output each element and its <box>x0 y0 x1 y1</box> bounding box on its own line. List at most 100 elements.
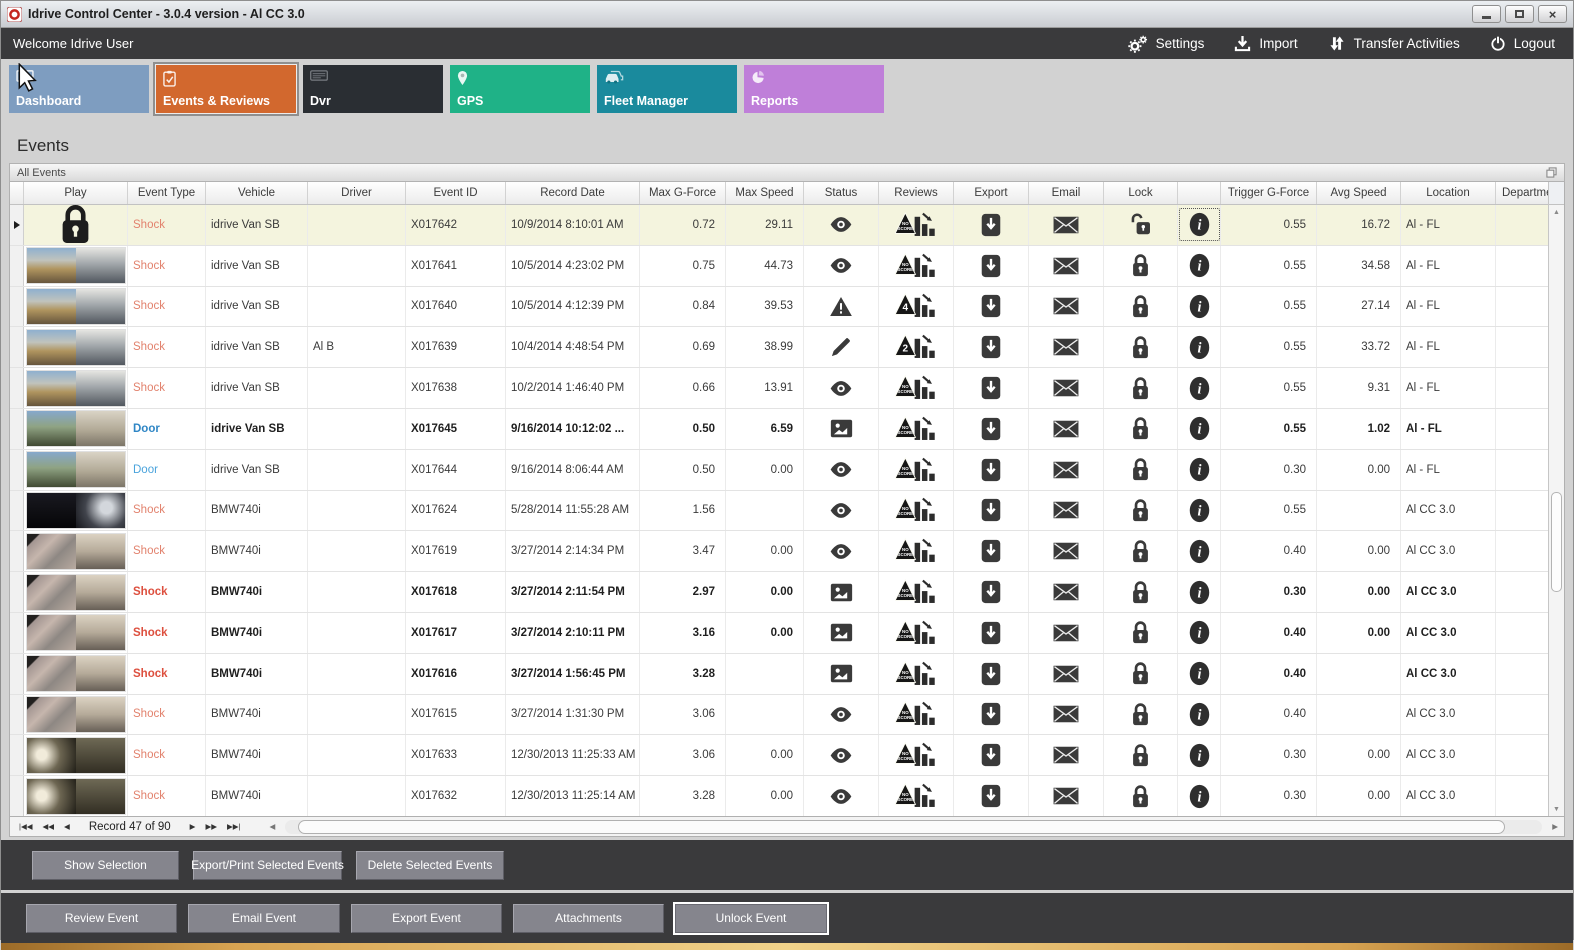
column-header-event-type[interactable]: Event Type <box>128 182 206 204</box>
eye-icon[interactable] <box>804 490 879 531</box>
info-circle-icon[interactable]: i <box>1178 572 1221 612</box>
image-icon[interactable] <box>804 572 879 612</box>
scroll-right-icon[interactable]: ▶ <box>1546 822 1564 831</box>
close-button[interactable]: × <box>1538 5 1567 23</box>
lock-closed-icon[interactable] <box>1104 286 1178 327</box>
export-download-icon[interactable] <box>954 368 1029 408</box>
lock-closed-icon[interactable] <box>1104 327 1178 368</box>
export-download-icon[interactable] <box>954 245 1029 286</box>
event-video-thumbnail[interactable] <box>25 695 126 733</box>
lock-closed-icon[interactable] <box>1104 490 1178 531</box>
export-download-icon[interactable] <box>954 653 1029 694</box>
play-cell[interactable] <box>24 449 128 490</box>
review-score-chart-icon[interactable]: NO SCORE <box>879 531 954 572</box>
event-video-thumbnail[interactable] <box>25 532 126 570</box>
info-circle-icon[interactable]: i <box>1178 205 1221 245</box>
table-row[interactable]: Shock BMW740i X017615 3/27/2014 1:31:30 … <box>10 694 1548 736</box>
review-score-chart-icon[interactable]: NO SCORE <box>879 694 954 735</box>
minimize-button[interactable] <box>1472 5 1501 23</box>
email-envelope-icon[interactable] <box>1029 653 1104 694</box>
info-circle-icon[interactable]: i <box>1178 776 1221 816</box>
export-download-icon[interactable] <box>954 735 1029 776</box>
info-circle-icon[interactable]: i <box>1178 368 1221 408</box>
review-score-chart-icon[interactable]: NO SCORE <box>879 735 954 776</box>
play-cell[interactable] <box>24 408 128 449</box>
tab-gps[interactable]: GPS <box>450 65 590 113</box>
column-header-max-g-force[interactable]: Max G-Force <box>640 182 726 204</box>
email-envelope-icon[interactable] <box>1029 286 1104 327</box>
eye-icon[interactable] <box>804 245 879 286</box>
play-cell[interactable] <box>24 490 128 531</box>
email-envelope-icon[interactable] <box>1029 694 1104 735</box>
play-cell[interactable] <box>24 694 128 735</box>
lock-open-icon[interactable] <box>1104 205 1178 245</box>
export-download-icon[interactable] <box>954 408 1029 449</box>
email-envelope-icon[interactable] <box>1029 612 1104 653</box>
email-envelope-icon[interactable] <box>1029 572 1104 612</box>
event-video-thumbnail[interactable] <box>25 247 126 285</box>
lock-closed-icon[interactable] <box>1104 612 1178 653</box>
review-score-chart-icon[interactable]: NO SCORE <box>879 612 954 653</box>
next-record-button[interactable]: ▶ <box>185 822 201 831</box>
scroll-down-icon[interactable]: ▼ <box>1549 802 1564 816</box>
event-video-thumbnail[interactable] <box>25 573 126 611</box>
table-row[interactable]: Shock idrive Van SB Al B X017639 10/4/20… <box>10 327 1548 369</box>
email-envelope-icon[interactable] <box>1029 245 1104 286</box>
eye-icon[interactable] <box>804 205 879 245</box>
event-video-thumbnail[interactable] <box>25 777 126 815</box>
table-row[interactable]: Shock BMW740i X017619 3/27/2014 2:14:34 … <box>10 531 1548 573</box>
info-circle-icon[interactable]: i <box>1178 612 1221 653</box>
event-video-thumbnail[interactable] <box>25 451 126 489</box>
email-envelope-icon[interactable] <box>1029 449 1104 490</box>
export-download-icon[interactable] <box>954 286 1029 327</box>
show-selection-button[interactable]: Show Selection <box>32 850 179 880</box>
column-header-blank-0[interactable] <box>10 182 24 204</box>
eye-icon[interactable] <box>804 531 879 572</box>
tab-events-reviews[interactable]: Events & Reviews <box>156 65 296 113</box>
column-header-status[interactable]: Status <box>804 182 879 204</box>
delete-selected-events-button[interactable]: Delete Selected Events <box>356 850 504 880</box>
column-header-event-id[interactable]: Event ID <box>406 182 506 204</box>
event-video-thumbnail[interactable] <box>25 614 126 652</box>
export-download-icon[interactable] <box>954 531 1029 572</box>
export-download-icon[interactable] <box>954 612 1029 653</box>
eye-icon[interactable] <box>804 694 879 735</box>
table-row[interactable]: Shock idrive Van SB X017640 10/5/2014 4:… <box>10 286 1548 328</box>
column-header-export[interactable]: Export <box>954 182 1029 204</box>
info-circle-icon[interactable]: i <box>1178 653 1221 694</box>
pencil-icon[interactable] <box>804 327 879 368</box>
info-circle-icon[interactable]: i <box>1178 490 1221 531</box>
unlock-event-button[interactable]: Unlock Event <box>675 903 827 933</box>
review-score-chart-icon[interactable]: NO SCORE <box>879 653 954 694</box>
info-circle-icon[interactable]: i <box>1178 327 1221 368</box>
attachments-button[interactable]: Attachments <box>513 903 664 933</box>
table-row[interactable]: Shock idrive Van SB X017638 10/2/2014 1:… <box>10 368 1548 409</box>
tab-fleet-manager[interactable]: Fleet Manager <box>597 65 737 113</box>
maximize-button[interactable] <box>1505 5 1534 23</box>
export-download-icon[interactable] <box>954 490 1029 531</box>
event-video-thumbnail[interactable] <box>25 491 126 529</box>
table-row[interactable]: Shock BMW740i X017632 12/30/2013 11:25:1… <box>10 776 1548 816</box>
event-video-thumbnail[interactable] <box>25 410 126 448</box>
first-record-button[interactable]: |◀◀ <box>14 822 37 831</box>
column-header-driver[interactable]: Driver <box>308 182 406 204</box>
title-bar[interactable]: Idrive Control Center - 3.0.4 version - … <box>1 1 1573 28</box>
event-video-thumbnail[interactable] <box>25 736 126 774</box>
info-circle-icon[interactable]: i <box>1178 408 1221 449</box>
previous-record-button[interactable]: ◀ <box>59 822 75 831</box>
scroll-left-icon[interactable]: ◀ <box>263 822 281 831</box>
table-row[interactable]: Shock BMW740i X017633 12/30/2013 11:25:3… <box>10 735 1548 777</box>
email-envelope-icon[interactable] <box>1029 205 1104 245</box>
play-cell[interactable] <box>24 286 128 327</box>
play-cell[interactable] <box>24 327 128 368</box>
play-cell[interactable] <box>24 245 128 286</box>
play-cell[interactable] <box>24 531 128 572</box>
lock-closed-icon[interactable] <box>1104 531 1178 572</box>
horizontal-scrollbar[interactable] <box>285 819 1543 834</box>
table-row[interactable]: Door idrive Van SB X017644 9/16/2014 8:0… <box>10 449 1548 491</box>
review-score-chart-icon[interactable]: NO SCORE <box>879 776 954 816</box>
review-score-chart-icon[interactable]: NO SCORE <box>879 245 954 286</box>
column-header-max-speed[interactable]: Max Speed <box>726 182 804 204</box>
export-download-icon[interactable] <box>954 449 1029 490</box>
table-row[interactable]: Shock idrive Van SB X017641 10/5/2014 4:… <box>10 245 1548 287</box>
